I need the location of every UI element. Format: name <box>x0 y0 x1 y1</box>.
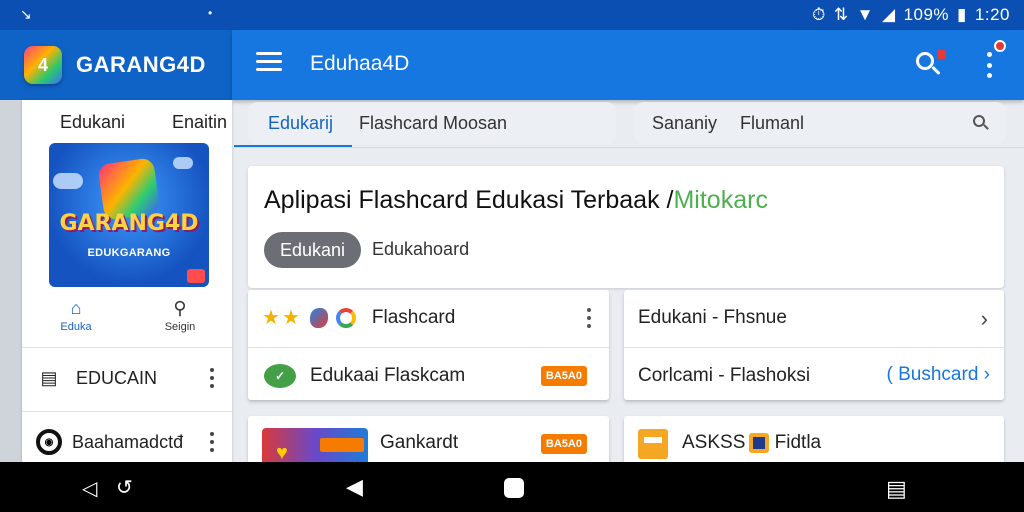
signal-icon: ◢ <box>881 5 896 24</box>
grid-icon <box>749 432 770 453</box>
list-card: Edukani - Fhsnue › Corlcami - Flashoksi … <box>624 290 1004 400</box>
filter-option-b[interactable]: Flumanl <box>740 113 804 134</box>
wifi-icon: ▼ <box>856 5 874 24</box>
menu-icon[interactable] <box>256 52 282 74</box>
blob-icon <box>309 307 328 328</box>
back-button-icon[interactable]: ◀ <box>346 474 363 500</box>
tab-bar: Edukarij Flashcard Moosan <box>248 102 616 144</box>
recents-button-icon[interactable]: ▤ <box>886 476 907 502</box>
home-button-icon[interactable] <box>504 478 524 498</box>
star-icon: ★ <box>281 307 300 329</box>
divider <box>232 147 1024 148</box>
tab-edukarij[interactable]: Edukarij <box>268 113 333 134</box>
left-panel: Edukani Enaitin GARANG4D EDUKGARANG ⌂ Ed… <box>22 100 232 462</box>
search-badge <box>937 50 946 59</box>
app-title: Eduhaa4D <box>310 52 410 75</box>
list-item-label-b: Fidtla <box>774 432 822 453</box>
headline-card: Aplipasi Flashcard Edukasi Terbaak /Μito… <box>248 166 1004 288</box>
battery-percent: 109% <box>903 5 950 24</box>
divider <box>22 411 232 412</box>
hero-banner[interactable]: GARANG4D EDUKGARANG <box>49 143 209 287</box>
list-item-label: Gankardt <box>380 432 459 453</box>
bushcard-link[interactable]: ( Bushcard › <box>887 364 990 386</box>
ring-icon: ◉ <box>36 429 62 455</box>
status-right: ⏱ ⇅ ▼ ◢ 109% ▮ 1:20 <box>812 5 1010 25</box>
top-app-bar: Eduhaa4D <box>232 30 1024 100</box>
chevron-right-icon: › <box>980 306 988 331</box>
home-icon: ⌂ <box>70 298 82 318</box>
battery-icon: ▮ <box>957 5 967 24</box>
list-item-edukaai[interactable]: ✓ Edukaai Flaskcam BA5A0 <box>248 348 609 403</box>
left-item-baahamadct[interactable]: ◉ Baahamadctđ <box>22 416 232 468</box>
search-icon: ⚲ <box>173 298 187 318</box>
cloud-icon <box>173 157 193 169</box>
list-item-label: Corlcami - Flashoksi <box>638 364 811 386</box>
side-gutter <box>0 100 22 462</box>
left-nav-search-label: Seigin <box>164 321 196 333</box>
status-badge: BA5A0 <box>540 434 587 454</box>
search-icon[interactable] <box>972 114 990 132</box>
play-badge-icon <box>187 269 205 283</box>
hero-title: GARANG4D <box>59 211 199 236</box>
list-item-corlcami[interactable]: Corlcami - Flashoksi ( Bushcard › <box>624 348 1004 403</box>
list-item-edukani[interactable]: Edukani - Fhsnue › <box>624 290 1004 345</box>
item-more-icon[interactable] <box>210 368 214 388</box>
item-more-icon[interactable] <box>587 308 591 328</box>
star-icon: ★ <box>262 307 280 329</box>
clock: 1:20 <box>974 5 1010 24</box>
status-bar: ↘ • ⏱ ⇅ ▼ ◢ 109% ▮ 1:20 <box>0 0 1024 30</box>
tab-flashcard-moosan[interactable]: Flashcard Moosan <box>359 113 507 134</box>
brand-name: GARANG4D <box>76 52 206 77</box>
tag-shape <box>320 438 364 452</box>
headline-title-text: Aplipasi Flashcard Edukasi Terbaak / <box>264 186 674 214</box>
notification-badge <box>994 40 1006 52</box>
list-item-label: ASKSS Fidtla <box>682 432 821 454</box>
status-badge: BA5A0 <box>540 366 587 386</box>
brand-bar: 4 GARANG4D <box>0 30 232 100</box>
data-icon: ⇅ <box>833 5 849 24</box>
headline-accent: Μitokarc <box>673 186 768 214</box>
category-chip[interactable]: Edukani <box>264 232 362 268</box>
list-item-label: Edukani - Fhsnue <box>638 306 787 328</box>
swap-icon[interactable]: ↺ <box>116 475 133 500</box>
left-item-label: Baahamadctđ <box>72 431 184 452</box>
bushcard-link-text: ( Bushcard <box>886 364 979 385</box>
list-card: ★ ★ Flashcard ✓ Edukaai Flaskcam BA5A0 <box>248 290 609 400</box>
more-options-icon[interactable] <box>982 40 1006 78</box>
filter-bar[interactable]: Sananiy Flumanl <box>634 102 1006 144</box>
item-more-icon[interactable] <box>210 432 214 452</box>
left-item-label: EDUCAIN <box>76 367 158 388</box>
notification-dot-icon: • <box>208 6 213 20</box>
list-item-label: Edukaai Flaskcam <box>310 364 466 386</box>
headline-title: Aplipasi Flashcard Edukasi Terbaak /Μito… <box>264 186 768 215</box>
list-item-label: Flashcard <box>371 306 456 328</box>
left-item-educain[interactable]: ▤ EDUCAIN <box>22 352 232 404</box>
leaf-icon: ✓ <box>264 363 296 388</box>
list-item-label-a: ASKSS <box>682 432 746 453</box>
category-chip-secondary[interactable]: Edukahoard <box>372 239 469 260</box>
system-nav-bar: ◁ ↺ ◀ ▤ <box>0 462 1024 512</box>
screen-icon: ▤ <box>40 367 58 388</box>
search-icon[interactable] <box>914 50 946 80</box>
brand-logo-icon[interactable]: 4 <box>24 46 62 84</box>
list-item-flashcard[interactable]: ★ ★ Flashcard <box>248 290 609 345</box>
back-gesture-icon[interactable]: ◁ <box>82 476 97 501</box>
ring-color-icon <box>335 307 356 328</box>
box-icon <box>638 429 668 459</box>
left-nav-home[interactable]: ⌂ Eduka <box>46 298 106 333</box>
left-tab-edukani[interactable]: Edukani <box>60 112 125 133</box>
left-nav-home-label: Eduka <box>60 321 92 333</box>
signal-off-icon: ↘ <box>20 6 32 22</box>
hero-subtitle: EDUKGARANG <box>87 247 171 259</box>
left-tab-enaitin[interactable]: Enaitin <box>172 112 227 133</box>
cloud-icon <box>53 173 83 189</box>
divider <box>22 347 232 348</box>
alarm-icon: ⏱ <box>812 5 826 24</box>
left-nav-search[interactable]: ⚲ Seigin <box>150 298 210 333</box>
filter-option-a[interactable]: Sananiy <box>652 113 717 134</box>
